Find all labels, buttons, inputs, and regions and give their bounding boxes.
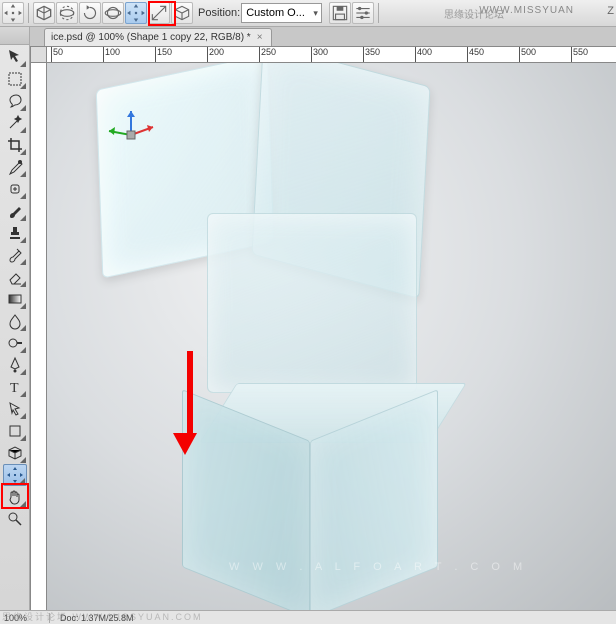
eyedropper-tool-icon[interactable]: [3, 156, 27, 178]
ruler-origin[interactable]: [30, 46, 47, 63]
drag-3d-icon[interactable]: [2, 2, 24, 24]
chinese-watermark: 思缘设计论坛: [444, 6, 504, 21]
cube-home-icon[interactable]: [33, 2, 55, 24]
ruler-tick-label: 50: [53, 47, 63, 57]
ruler-tick-label: 250: [261, 47, 276, 57]
ice-face-mid: [207, 213, 417, 393]
position-select[interactable]: Custom O...: [241, 3, 322, 23]
3d-camera-pan-tool-icon[interactable]: [3, 464, 27, 486]
ruler-tick-label: 300: [313, 47, 328, 57]
position-value: Custom O...: [246, 7, 305, 19]
cube-wire-icon[interactable]: [171, 2, 193, 24]
document-tab[interactable]: ice.psd @ 100% (Shape 1 copy 22, RGB/8) …: [44, 28, 272, 46]
ruler-vertical[interactable]: [30, 63, 47, 610]
annotation-red-arrow-down: [182, 351, 197, 455]
pen-tool-icon[interactable]: [3, 354, 27, 376]
ruler-tick-label: 550: [573, 47, 588, 57]
right-cutoff: Z: [607, 5, 614, 17]
blur-tool-icon[interactable]: [3, 310, 27, 332]
dodge-tool-icon[interactable]: [3, 332, 27, 354]
brush-tool-icon[interactable]: [3, 200, 27, 222]
ruler-tick-label: 500: [521, 47, 536, 57]
type-tool-icon[interactable]: T: [3, 376, 27, 398]
ruler-tick-label: 450: [469, 47, 484, 57]
wand-tool-icon[interactable]: [3, 112, 27, 134]
ruler-tick-label: 350: [365, 47, 380, 57]
ruler-tick-label: 150: [157, 47, 172, 57]
3d-axis-gizmo[interactable]: [103, 105, 163, 155]
save-icon[interactable]: [329, 2, 351, 24]
ruler-horizontal[interactable]: 50 100 150 200 250 300 350 400 450 500 550: [47, 46, 616, 63]
canvas-watermark: W W W . A L F O A R T . C O M: [229, 561, 527, 573]
hand-tool-icon[interactable]: [3, 486, 27, 508]
tools-panel-grip[interactable]: [0, 27, 29, 45]
separator: [28, 3, 29, 23]
tool-list: T: [0, 45, 29, 530]
document-tab-bar: ice.psd @ 100% (Shape 1 copy 22, RGB/8) …: [30, 27, 616, 46]
ruler-tick-label: 100: [105, 47, 120, 57]
separator-2: [378, 3, 379, 23]
shape-tool-icon[interactable]: [3, 420, 27, 442]
roll-3d-icon[interactable]: [79, 2, 101, 24]
ruler-tick-label: 400: [417, 47, 432, 57]
document-tab-title: ice.psd @ 100% (Shape 1 copy 22, RGB/8) …: [51, 32, 251, 43]
rotate-3d-icon[interactable]: [56, 2, 78, 24]
3d-object-tool-icon[interactable]: [3, 442, 27, 464]
history-brush-tool-icon[interactable]: [3, 244, 27, 266]
lasso-tool-icon[interactable]: [3, 90, 27, 112]
close-icon[interactable]: ×: [255, 32, 265, 43]
ruler-tick-label: 200: [209, 47, 224, 57]
zoom-tool-icon[interactable]: [3, 508, 27, 530]
crop-tool-icon[interactable]: [3, 134, 27, 156]
svg-text:T: T: [10, 381, 19, 396]
move-tool-icon[interactable]: [3, 46, 27, 68]
status-bar: 思缘设计论坛 WWW.MISSYUAN.COM 100% Doc: 1.37M/…: [0, 610, 616, 624]
healing-tool-icon[interactable]: [3, 178, 27, 200]
stamp-tool-icon[interactable]: [3, 222, 27, 244]
status-watermark: 思缘设计论坛 WWW.MISSYUAN.COM: [2, 610, 203, 623]
position-label: Position:: [198, 7, 240, 19]
scale-3d-icon[interactable]: [148, 2, 170, 24]
gradient-tool-icon[interactable]: [3, 288, 27, 310]
marquee-tool-icon[interactable]: [3, 68, 27, 90]
options-bar: Position: Custom O... WWW.MISSYUAN 思缘设计论…: [0, 0, 616, 27]
pan-3d-icon[interactable]: [125, 2, 147, 24]
path-select-tool-icon[interactable]: [3, 398, 27, 420]
tools-panel: T: [0, 27, 30, 610]
options-icon[interactable]: [352, 2, 374, 24]
document-canvas[interactable]: W W W . A L F O A R T . C O M: [47, 63, 616, 610]
eraser-tool-icon[interactable]: [3, 266, 27, 288]
orbit-3d-icon[interactable]: [102, 2, 124, 24]
